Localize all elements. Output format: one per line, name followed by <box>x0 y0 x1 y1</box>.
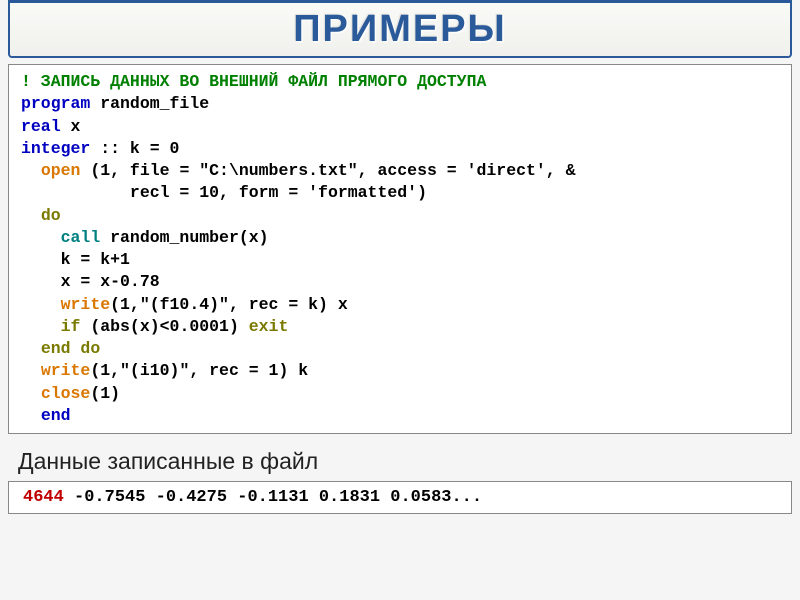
code-line: do <box>21 205 779 227</box>
code-line: close(1) <box>21 383 779 405</box>
code-line: integer :: k = 0 <box>21 138 779 160</box>
output-rest: -0.7545 -0.4275 -0.1131 0.1831 0.0583... <box>64 488 482 507</box>
code-line: if (abs(x)<0.0001) exit <box>21 316 779 338</box>
code-line: write(1,"(f10.4)", rec = k) x <box>21 294 779 316</box>
code-line: recl = 10, form = 'formatted') <box>21 182 779 204</box>
output-first-value: 4644 <box>23 488 64 507</box>
output-block: 4644 -0.7545 -0.4275 -0.1131 0.1831 0.05… <box>8 481 792 514</box>
code-line: end <box>21 405 779 427</box>
code-line: program random_file <box>21 93 779 115</box>
code-line: x = x-0.78 <box>21 271 779 293</box>
code-line: write(1,"(i10)", rec = 1) k <box>21 360 779 382</box>
code-line: open (1, file = "C:\numbers.txt", access… <box>21 160 779 182</box>
code-line: end do <box>21 338 779 360</box>
code-line: k = k+1 <box>21 249 779 271</box>
code-comment: ! ЗАПИСЬ ДАННЫХ ВО ВНЕШНИЙ ФАЙЛ ПРЯМОГО … <box>21 71 779 93</box>
code-line: call random_number(x) <box>21 227 779 249</box>
output-caption: Данные записанные в файл <box>18 448 792 475</box>
title-banner: ПРИМЕРЫ <box>8 0 792 58</box>
code-line: real x <box>21 116 779 138</box>
slide-title: ПРИМЕРЫ <box>293 8 507 51</box>
code-block: ! ЗАПИСЬ ДАННЫХ ВО ВНЕШНИЙ ФАЙЛ ПРЯМОГО … <box>8 64 792 434</box>
slide: ПРИМЕРЫ ! ЗАПИСЬ ДАННЫХ ВО ВНЕШНИЙ ФАЙЛ … <box>0 0 800 600</box>
